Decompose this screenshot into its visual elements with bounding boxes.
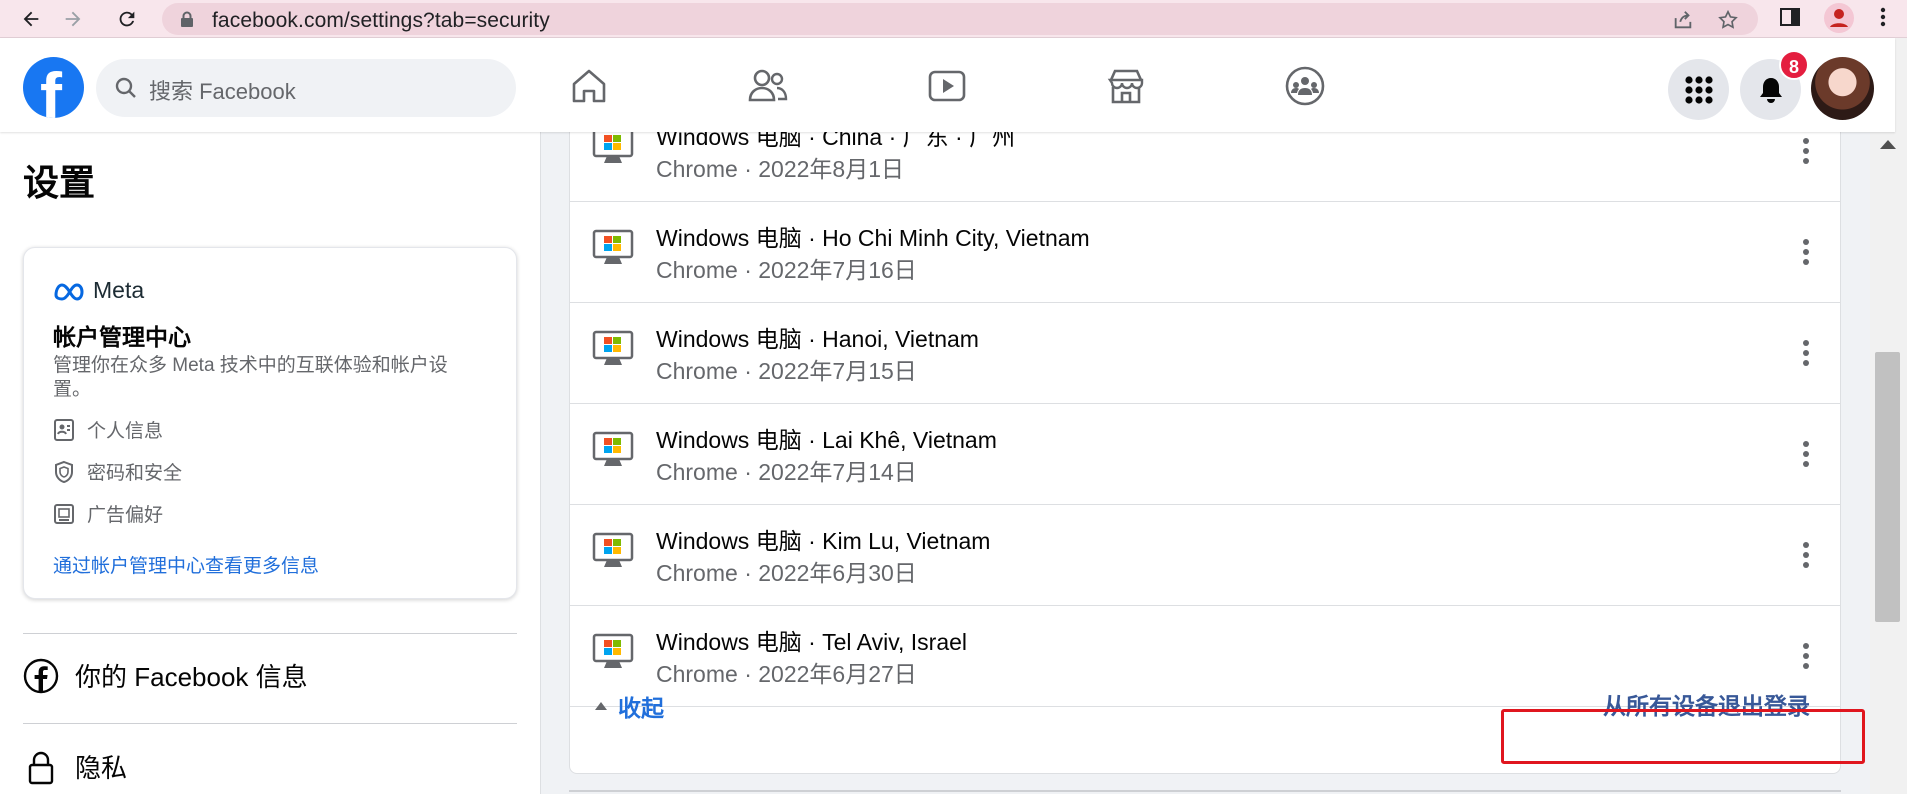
accounts-center-link[interactable]: 通过帐户管理中心查看更多信息 — [53, 551, 319, 578]
divider — [569, 790, 1841, 792]
more-options-icon[interactable] — [1796, 134, 1816, 168]
accounts-item-ad-preferences[interactable]: 广告偏好 — [53, 500, 163, 527]
meta-logo: Meta — [53, 277, 144, 304]
windows-pc-icon — [592, 128, 634, 171]
collapse-button[interactable]: 收起 — [594, 689, 664, 723]
meta-infinity-icon — [54, 282, 84, 301]
session-row[interactable]: Windows 电脑 · Lai Khê, Vietnam Chrome · 2… — [570, 404, 1840, 505]
address-bar[interactable]: facebook.com/settings?tab=security — [162, 3, 1758, 35]
search-icon — [114, 76, 138, 105]
facebook-logo-letter: f — [40, 59, 62, 118]
session-detail: Chrome · 2022年6月30日 — [656, 560, 917, 586]
accounts-center-card[interactable]: Meta 帐户管理中心 管理你在众多 Meta 技术中的互联体验和帐户设置。 个… — [23, 247, 517, 599]
shield-icon — [55, 460, 73, 483]
more-options-icon[interactable] — [1796, 235, 1816, 269]
divider — [23, 723, 517, 724]
collapse-label: 收起 — [618, 695, 664, 721]
reload-icon[interactable] — [112, 4, 142, 34]
groups-icon[interactable] — [1279, 60, 1331, 112]
sessions-card: Windows 电脑 · China · 广东 · 广州 Chrome · 20… — [569, 100, 1841, 774]
page-title: 设置 — [23, 162, 96, 203]
session-device: Windows 电脑 · Lai Khê, Vietnam — [656, 427, 997, 453]
accounts-item-label: 广告偏好 — [87, 505, 164, 526]
session-device: Windows 电脑 · Ho Chi Minh City, Vietnam — [656, 225, 1090, 251]
highlight-box — [1501, 709, 1865, 764]
facebook-header: f 搜索 Facebook 8 — [0, 38, 1895, 132]
avatar[interactable] — [1811, 57, 1874, 120]
accounts-center-description: 管理你在众多 Meta 技术中的互联体验和帐户设置。 — [53, 355, 448, 400]
more-options-icon[interactable] — [1796, 639, 1816, 673]
accounts-item-label: 个人信息 — [87, 421, 164, 442]
windows-pc-icon — [592, 532, 634, 575]
session-device: Windows 电脑 · Kim Lu, Vietnam — [656, 528, 991, 554]
scroll-up-icon[interactable] — [1880, 140, 1896, 149]
forward-icon[interactable] — [58, 4, 88, 34]
watch-icon[interactable] — [921, 60, 973, 112]
session-row[interactable]: Windows 电脑 · Ho Chi Minh City, Vietnam C… — [570, 202, 1840, 303]
star-icon[interactable] — [1717, 9, 1739, 36]
scroll-thumb[interactable] — [1875, 352, 1900, 622]
page-edge — [1895, 38, 1907, 132]
session-detail: Chrome · 2022年8月1日 — [656, 156, 904, 182]
settings-sidebar: 设置 Meta 帐户管理中心 管理你在众多 Meta 技术中的互联体验和帐户设置… — [0, 132, 541, 794]
windows-pc-icon — [592, 431, 634, 474]
notification-badge: 8 — [1779, 50, 1809, 80]
meta-brand: Meta — [93, 277, 145, 303]
session-device: Windows 电脑 · Tel Aviv, Israel — [656, 629, 968, 655]
sidebar-icon[interactable] — [1778, 5, 1802, 34]
session-detail: Chrome · 2022年7月14日 — [656, 459, 917, 485]
more-options-icon[interactable] — [1796, 538, 1816, 572]
accounts-center-title: 帐户管理中心 — [53, 324, 191, 350]
windows-pc-icon — [592, 330, 634, 373]
more-icon[interactable] — [1878, 5, 1888, 34]
share-icon[interactable] — [1672, 9, 1694, 36]
sidebar-item-your-information[interactable]: 你的 Facebook 信息 — [23, 657, 308, 694]
search-input[interactable]: 搜索 Facebook — [96, 59, 516, 117]
session-detail: Chrome · 2022年7月15日 — [656, 358, 917, 384]
id-card-icon — [54, 418, 74, 441]
grid-icon — [1684, 75, 1713, 104]
session-detail: Chrome · 2022年6月27日 — [656, 661, 917, 687]
browser-toolbar: facebook.com/settings?tab=security — [0, 0, 1907, 38]
lock-icon — [180, 11, 194, 33]
more-options-icon[interactable] — [1796, 336, 1816, 370]
windows-pc-icon — [592, 229, 634, 272]
home-icon[interactable] — [563, 60, 615, 112]
windows-pc-icon — [592, 633, 634, 676]
bell-icon — [1759, 77, 1782, 103]
accounts-item-password-security[interactable]: 密码和安全 — [53, 458, 182, 485]
caret-up-icon — [595, 702, 607, 710]
accounts-item-label: 密码和安全 — [87, 463, 183, 484]
menu-button[interactable] — [1668, 59, 1729, 120]
session-row[interactable]: Windows 电脑 · Kim Lu, Vietnam Chrome · 20… — [570, 505, 1840, 606]
accounts-item-personal-info[interactable]: 个人信息 — [53, 416, 163, 443]
facebook-icon — [23, 658, 59, 693]
session-row[interactable]: Windows 电脑 · Hanoi, Vietnam Chrome · 202… — [570, 303, 1840, 404]
monitor-icon — [54, 503, 74, 524]
friends-icon[interactable] — [742, 60, 794, 112]
url-text[interactable]: facebook.com/settings?tab=security — [212, 9, 550, 33]
profile-icon[interactable] — [1823, 2, 1855, 39]
facebook-logo[interactable]: f — [23, 57, 84, 118]
page-scrollbar[interactable] — [1870, 132, 1907, 794]
lock-icon — [28, 751, 54, 784]
session-detail: Chrome · 2022年7月16日 — [656, 257, 917, 283]
more-options-icon[interactable] — [1796, 437, 1816, 471]
search-placeholder: 搜索 Facebook — [149, 79, 296, 104]
session-device: Windows 电脑 · Hanoi, Vietnam — [656, 326, 979, 352]
sidebar-item-label: 你的 Facebook 信息 — [75, 662, 308, 692]
sidebar-item-label: 隐私 — [75, 753, 128, 783]
back-icon[interactable] — [16, 4, 46, 34]
divider — [23, 633, 517, 634]
marketplace-icon[interactable] — [1100, 60, 1152, 112]
sidebar-item-privacy[interactable]: 隐私 — [23, 748, 127, 785]
